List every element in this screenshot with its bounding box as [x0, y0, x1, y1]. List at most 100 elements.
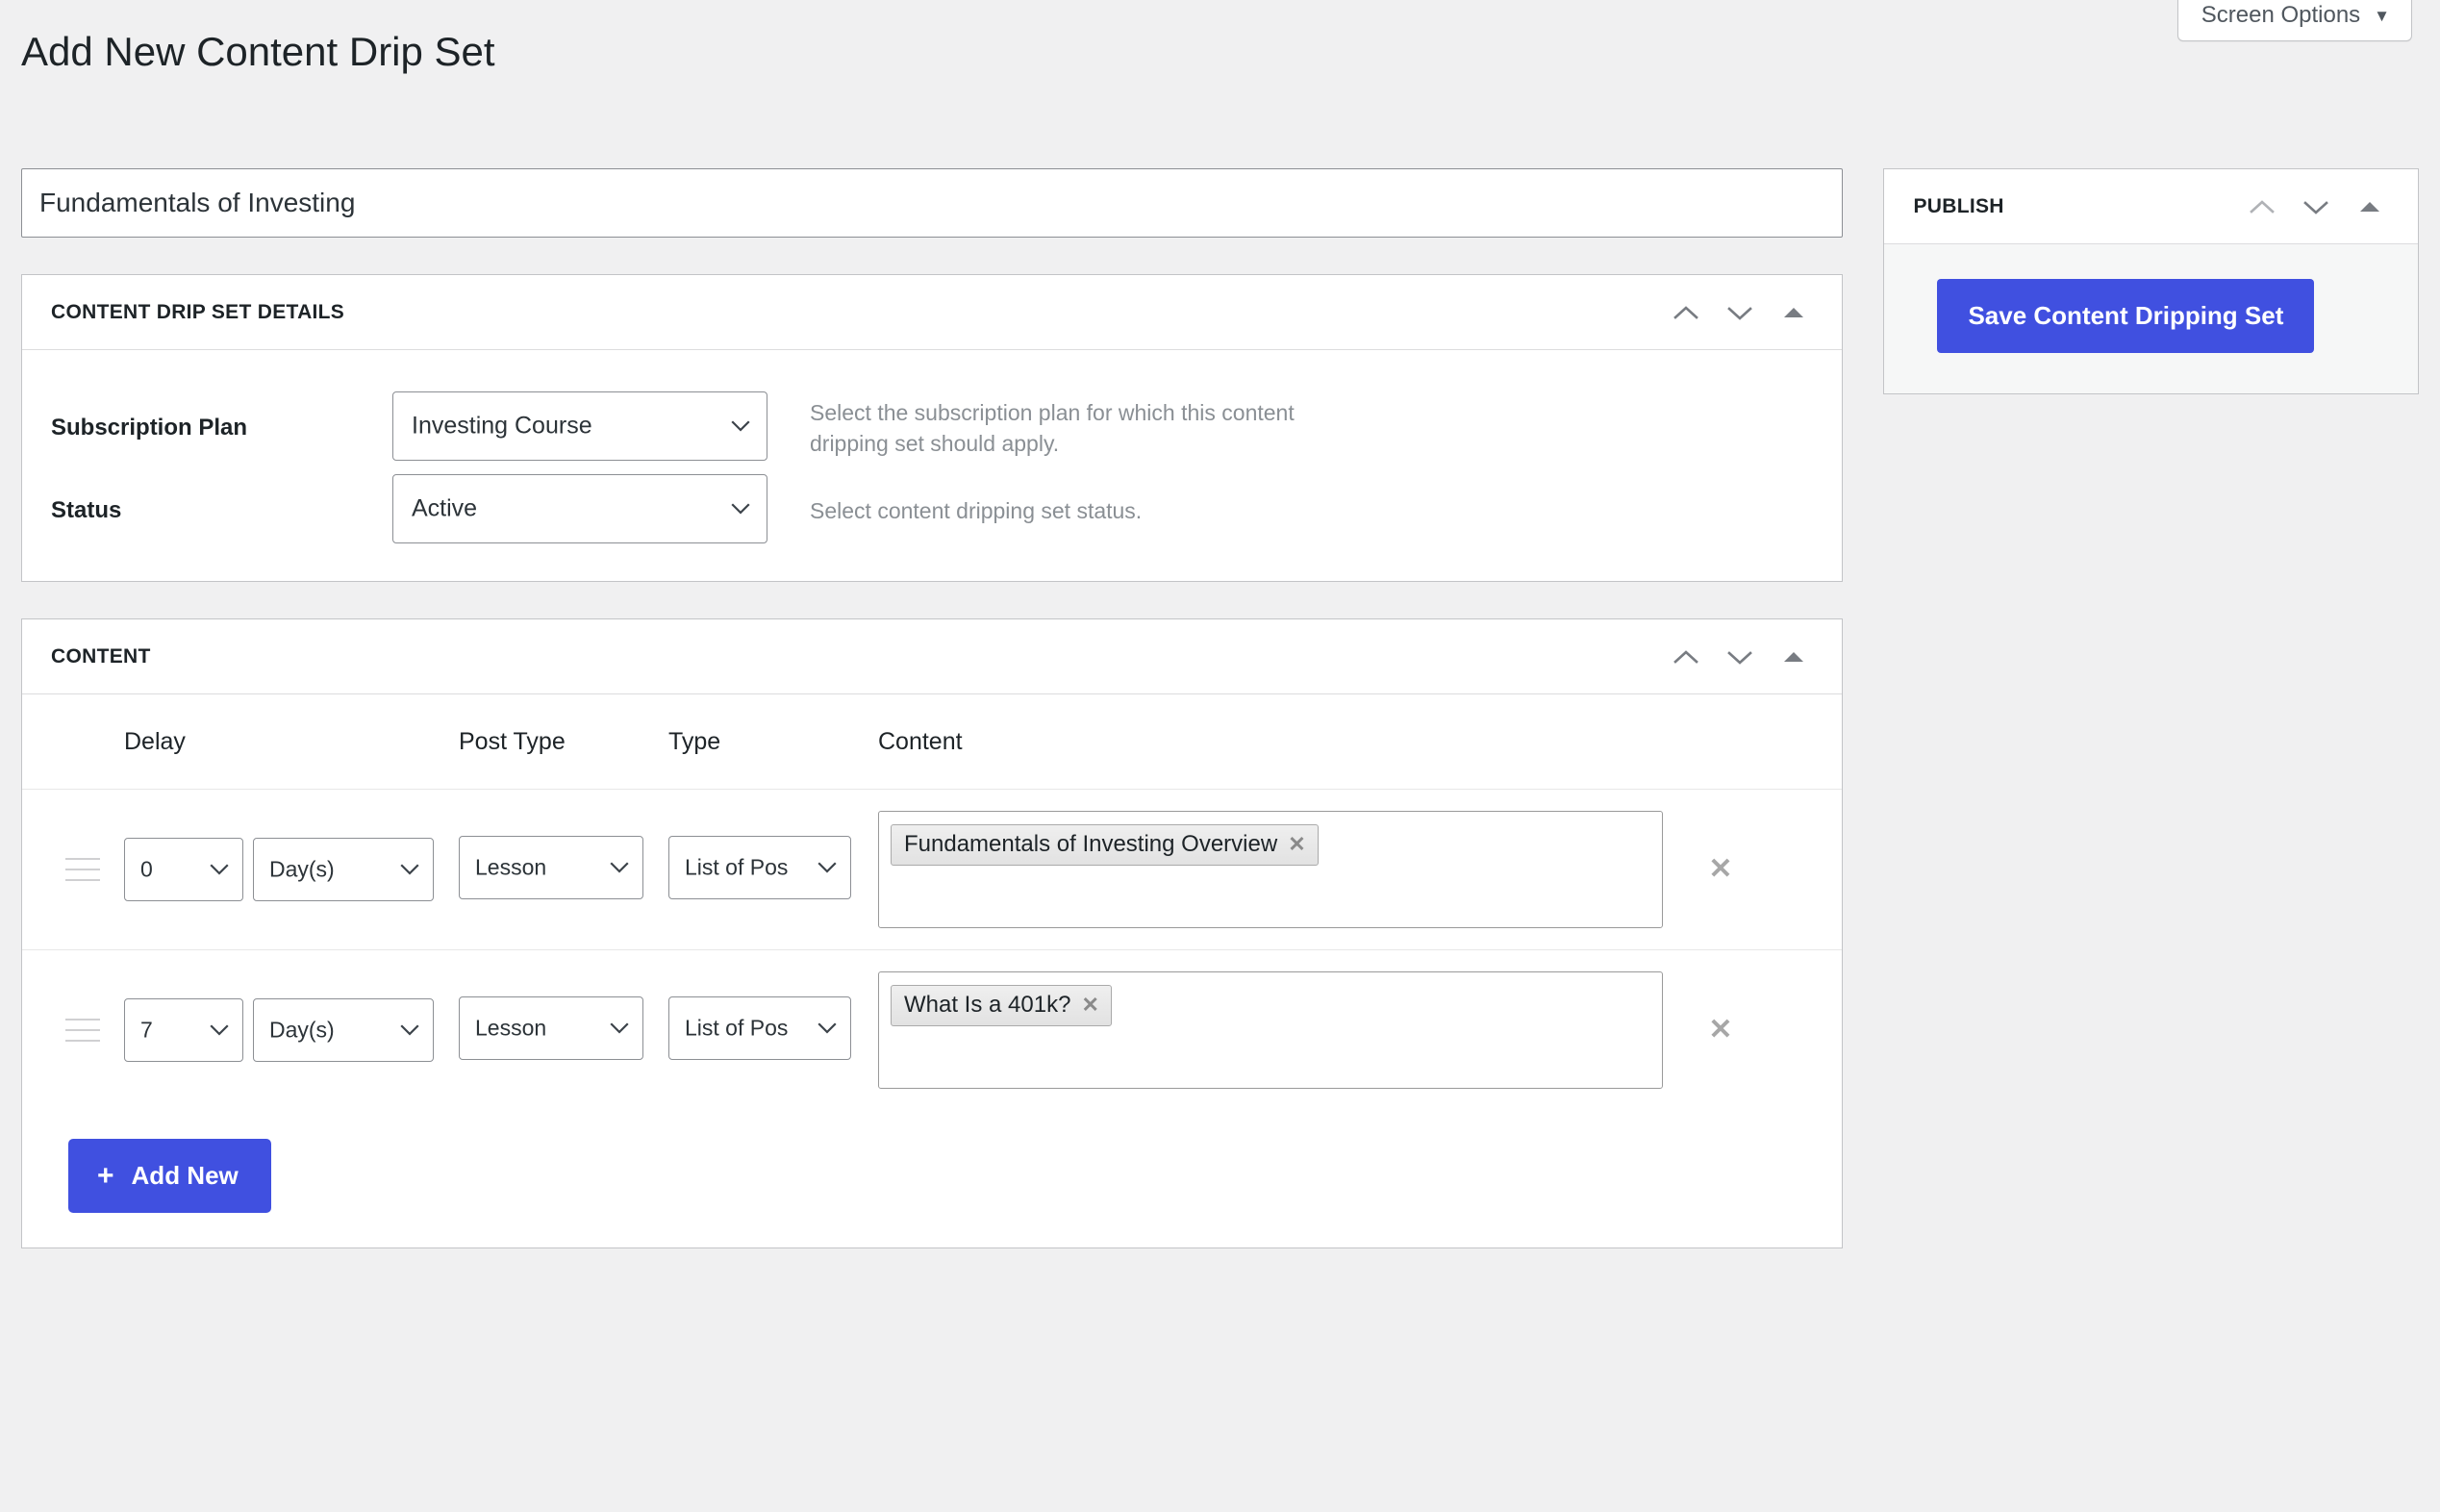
- drip-set-title-input[interactable]: [21, 168, 1844, 238]
- type-select[interactable]: List of Pos: [668, 995, 851, 1060]
- publish-panel-header: PUBLISH: [1884, 169, 2418, 244]
- drag-handle-icon[interactable]: [65, 1019, 124, 1042]
- move-down-icon[interactable]: [1713, 286, 1767, 340]
- type-cell: List of Pos: [668, 835, 878, 904]
- add-new-button[interactable]: + Add New: [68, 1139, 271, 1213]
- column-header-post-type: Post Type: [459, 727, 566, 755]
- content-panel-actions: [1659, 630, 1821, 684]
- screen-options-label: Screen Options: [2201, 2, 2361, 28]
- admin-page: Screen Options ▼ Add New Content Drip Se…: [0, 0, 2440, 1512]
- status-control: Active: [392, 473, 767, 548]
- delay-value-select[interactable]: 0: [124, 838, 243, 901]
- side-column: PUBLISH Save Content Dripping Set: [1883, 168, 2419, 394]
- save-content-dripping-set-button[interactable]: Save Content Dripping Set: [1937, 279, 2315, 353]
- chevron-down-icon: [610, 861, 629, 873]
- chevron-down-icon: [731, 502, 750, 515]
- chevron-down-icon: [210, 864, 229, 875]
- plus-icon: +: [97, 1159, 114, 1192]
- content-tag-label: Fundamentals of Investing Overview: [904, 831, 1278, 857]
- toggle-panel-icon[interactable]: [2343, 180, 2397, 234]
- chevron-down-icon: [400, 864, 419, 875]
- post-type-value: Lesson: [475, 1015, 547, 1040]
- move-down-icon[interactable]: [1713, 630, 1767, 684]
- toggle-panel-icon[interactable]: [1767, 630, 1821, 684]
- chevron-down-icon: [610, 1021, 629, 1034]
- post-type-cell: Lesson: [459, 995, 668, 1065]
- content-tag-input[interactable]: Fundamentals of Investing Overview ✕: [878, 811, 1663, 928]
- chevron-down-icon: [210, 1024, 229, 1036]
- remove-tag-icon[interactable]: ✕: [1288, 833, 1305, 855]
- remove-row-icon[interactable]: ✕: [1708, 1016, 1732, 1045]
- table-row: 0 Day(s) Lesson List of Pos Fundamentals…: [22, 789, 1843, 949]
- remove-row-cell: ✕: [1663, 855, 1778, 884]
- subscription-plan-value: Investing Course: [412, 412, 592, 439]
- content-cell: What Is a 401k? ✕: [878, 971, 1663, 1089]
- toggle-panel-icon[interactable]: [1767, 286, 1821, 340]
- status-select[interactable]: Active: [392, 473, 767, 543]
- column-header-delay: Delay: [124, 727, 186, 755]
- remove-tag-icon[interactable]: ✕: [1081, 994, 1098, 1016]
- details-panel-header: CONTENT DRIP SET DETAILS: [22, 275, 1843, 350]
- content-table: Delay Post Type Type Content 0 Day(s) Le…: [22, 694, 1843, 1247]
- delay-value-select[interactable]: 7: [124, 998, 243, 1062]
- delay-unit-value: Day(s): [269, 856, 335, 882]
- delay-cell: 0 Day(s): [124, 838, 459, 901]
- status-row: Status Active Select content dripping se…: [22, 473, 1842, 581]
- content-cell: Fundamentals of Investing Overview ✕: [878, 811, 1663, 928]
- column-header-content: Content: [878, 727, 963, 755]
- delay-unit-select[interactable]: Day(s): [253, 838, 434, 901]
- type-cell: List of Pos: [668, 995, 878, 1065]
- content-drip-set-details-panel: CONTENT DRIP SET DETAILS Subscription Pl…: [21, 274, 1844, 582]
- status-label: Status: [51, 497, 122, 523]
- delay-cell: 7 Day(s): [124, 998, 459, 1062]
- details-panel-actions: [1659, 286, 1821, 340]
- delay-unit-select[interactable]: Day(s): [253, 998, 434, 1062]
- content-panel-title: CONTENT: [51, 644, 151, 668]
- status-value: Active: [412, 494, 478, 521]
- type-select[interactable]: List of Pos: [668, 835, 851, 899]
- content-tag-input[interactable]: What Is a 401k? ✕: [878, 971, 1663, 1089]
- status-help: Select content dripping set status.: [810, 497, 1143, 523]
- chevron-down-icon: [818, 861, 837, 873]
- page-columns: /*placeholder set below*/ CONTENT DRIP S…: [21, 168, 2419, 1248]
- move-up-icon[interactable]: [1659, 286, 1713, 340]
- add-new-label: Add New: [131, 1161, 239, 1190]
- type-value: List of Pos: [685, 854, 789, 879]
- type-value: List of Pos: [685, 1015, 789, 1040]
- post-type-cell: Lesson: [459, 835, 668, 904]
- subscription-plan-help: Select the subscription plan for which t…: [810, 399, 1295, 456]
- post-type-value: Lesson: [475, 854, 547, 879]
- content-tag-label: What Is a 401k?: [904, 992, 1071, 1018]
- content-tag: Fundamentals of Investing Overview ✕: [891, 824, 1319, 866]
- details-panel-title: CONTENT DRIP SET DETAILS: [51, 300, 345, 323]
- page-title: Add New Content Drip Set: [21, 29, 495, 74]
- content-panel: CONTENT Delay Post Type Type Content 0 D…: [21, 618, 1844, 1248]
- move-up-icon[interactable]: [1659, 630, 1713, 684]
- content-table-header: Delay Post Type Type Content: [22, 694, 1842, 789]
- chevron-down-icon: [731, 419, 750, 432]
- post-type-select[interactable]: Lesson: [459, 835, 643, 899]
- subscription-plan-label: Subscription Plan: [51, 415, 248, 441]
- move-up-icon[interactable]: [2235, 180, 2289, 234]
- delay-unit-value: Day(s): [269, 1017, 335, 1043]
- publish-panel: PUBLISH Save Content Dripping Set: [1883, 168, 2419, 394]
- move-down-icon[interactable]: [2289, 180, 2343, 234]
- delay-value: 7: [140, 1017, 153, 1043]
- details-panel-body: Subscription Plan Investing Course Selec…: [22, 350, 1842, 581]
- delay-value: 0: [140, 856, 153, 882]
- remove-row-icon[interactable]: ✕: [1708, 855, 1732, 884]
- chevron-down-icon: [818, 1021, 837, 1034]
- screen-options-button[interactable]: Screen Options ▼: [2176, 0, 2412, 41]
- remove-row-cell: ✕: [1663, 1016, 1778, 1045]
- column-header-type: Type: [668, 727, 721, 755]
- content-panel-header: CONTENT: [22, 619, 1843, 694]
- content-tag: What Is a 401k? ✕: [891, 985, 1112, 1026]
- chevron-down-icon: ▼: [2374, 6, 2390, 25]
- main-column: /*placeholder set below*/ CONTENT DRIP S…: [21, 168, 1844, 1248]
- table-row: 7 Day(s) Lesson List of Pos What Is a 40…: [22, 949, 1843, 1110]
- publish-panel-body: Save Content Dripping Set: [1884, 244, 2418, 393]
- publish-panel-actions: [2235, 180, 2397, 234]
- post-type-select[interactable]: Lesson: [459, 995, 643, 1060]
- drag-handle-icon[interactable]: [65, 858, 124, 881]
- subscription-plan-select[interactable]: Investing Course: [392, 391, 767, 461]
